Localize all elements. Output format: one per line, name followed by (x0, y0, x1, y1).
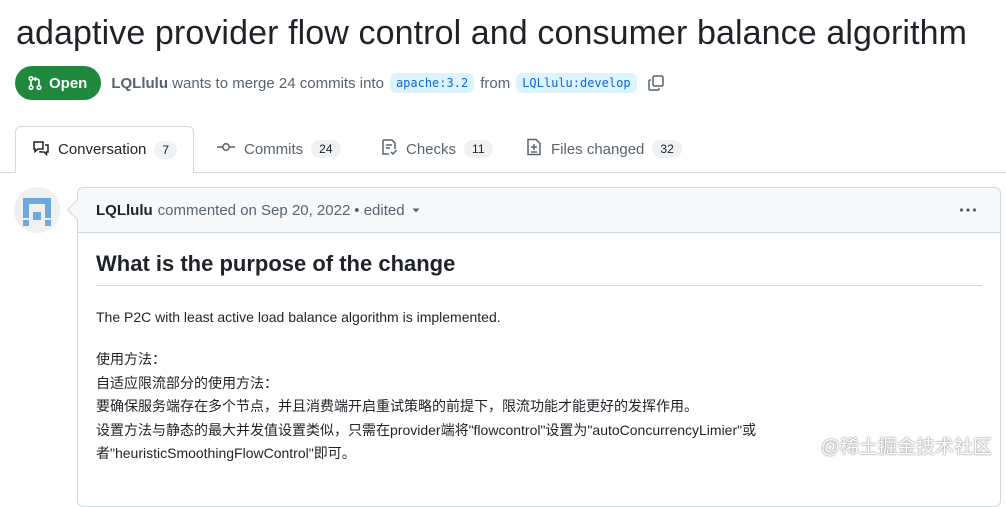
comment-line: 要确保服务端存在多个节点，并且消费端开启重试策略的前提下，限流功能才能更好的发挥… (96, 398, 698, 414)
tab-counter: 24 (311, 140, 341, 158)
avatar[interactable] (14, 187, 60, 233)
merge-description: LQLlulu wants to merge 24 commits into (111, 75, 384, 92)
tab-counter: 32 (652, 140, 682, 158)
edited-dropdown[interactable]: • edited (354, 202, 420, 219)
comment-action: commented on Sep 20, 2022 (157, 201, 351, 219)
copy-icon[interactable] (647, 74, 665, 92)
tab-checks[interactable]: Checks 11 (380, 126, 493, 172)
tab-counter: 7 (154, 140, 178, 159)
comment-line: 自适应限流部分的使用方法： (96, 374, 278, 391)
caret-down-icon (411, 202, 421, 219)
pr-tabs: Conversation 7 Commits 24 Checks 11 File… (0, 126, 1006, 173)
comment-author-link[interactable]: LQLlulu (96, 202, 153, 219)
tab-label: Commits (244, 140, 304, 158)
comment-intro: The P2C with least active load balance a… (96, 309, 501, 325)
comment-header: LQLlulu commented on Sep 20, 2022 • edit… (78, 188, 1000, 233)
git-pull-request-icon (27, 75, 43, 91)
tab-files-changed[interactable]: Files changed 32 (525, 126, 682, 172)
state-badge: Open (15, 66, 102, 100)
from-text: from (480, 74, 511, 92)
file-diff-icon (525, 138, 543, 160)
tab-conversation[interactable]: Conversation 7 (15, 126, 195, 173)
tab-commits[interactable]: Commits 24 (216, 126, 341, 172)
tab-label: Conversation (58, 141, 147, 158)
checklist-icon (380, 138, 398, 160)
pr-title: adaptive provider flow control and consu… (16, 14, 968, 52)
comment-heading: What is the purpose of the change (96, 251, 982, 286)
git-commit-icon (216, 138, 236, 160)
comment-line: 使用方法： (96, 351, 166, 367)
pr-author-link[interactable]: LQLlulu (111, 75, 168, 92)
kebab-horizontal-icon[interactable] (958, 200, 978, 224)
tab-label: Checks (406, 140, 457, 158)
tab-counter: 11 (464, 140, 493, 158)
state-label: Open (49, 74, 88, 92)
comment-discussion-icon (32, 139, 50, 161)
watermark: @稀土掘金技术社区 (820, 437, 992, 458)
edited-label: • edited (354, 201, 405, 219)
merge-text: wants to merge 24 commits into (172, 74, 384, 92)
comment-box: LQLlulu commented on Sep 20, 2022 • edit… (77, 187, 1001, 507)
base-branch[interactable]: apache:3.2 (389, 73, 475, 93)
tab-label: Files changed (551, 140, 645, 158)
pr-meta: Open LQLlulu wants to merge 24 commits i… (15, 66, 665, 100)
head-branch[interactable]: LQLlulu:develop (516, 73, 637, 93)
